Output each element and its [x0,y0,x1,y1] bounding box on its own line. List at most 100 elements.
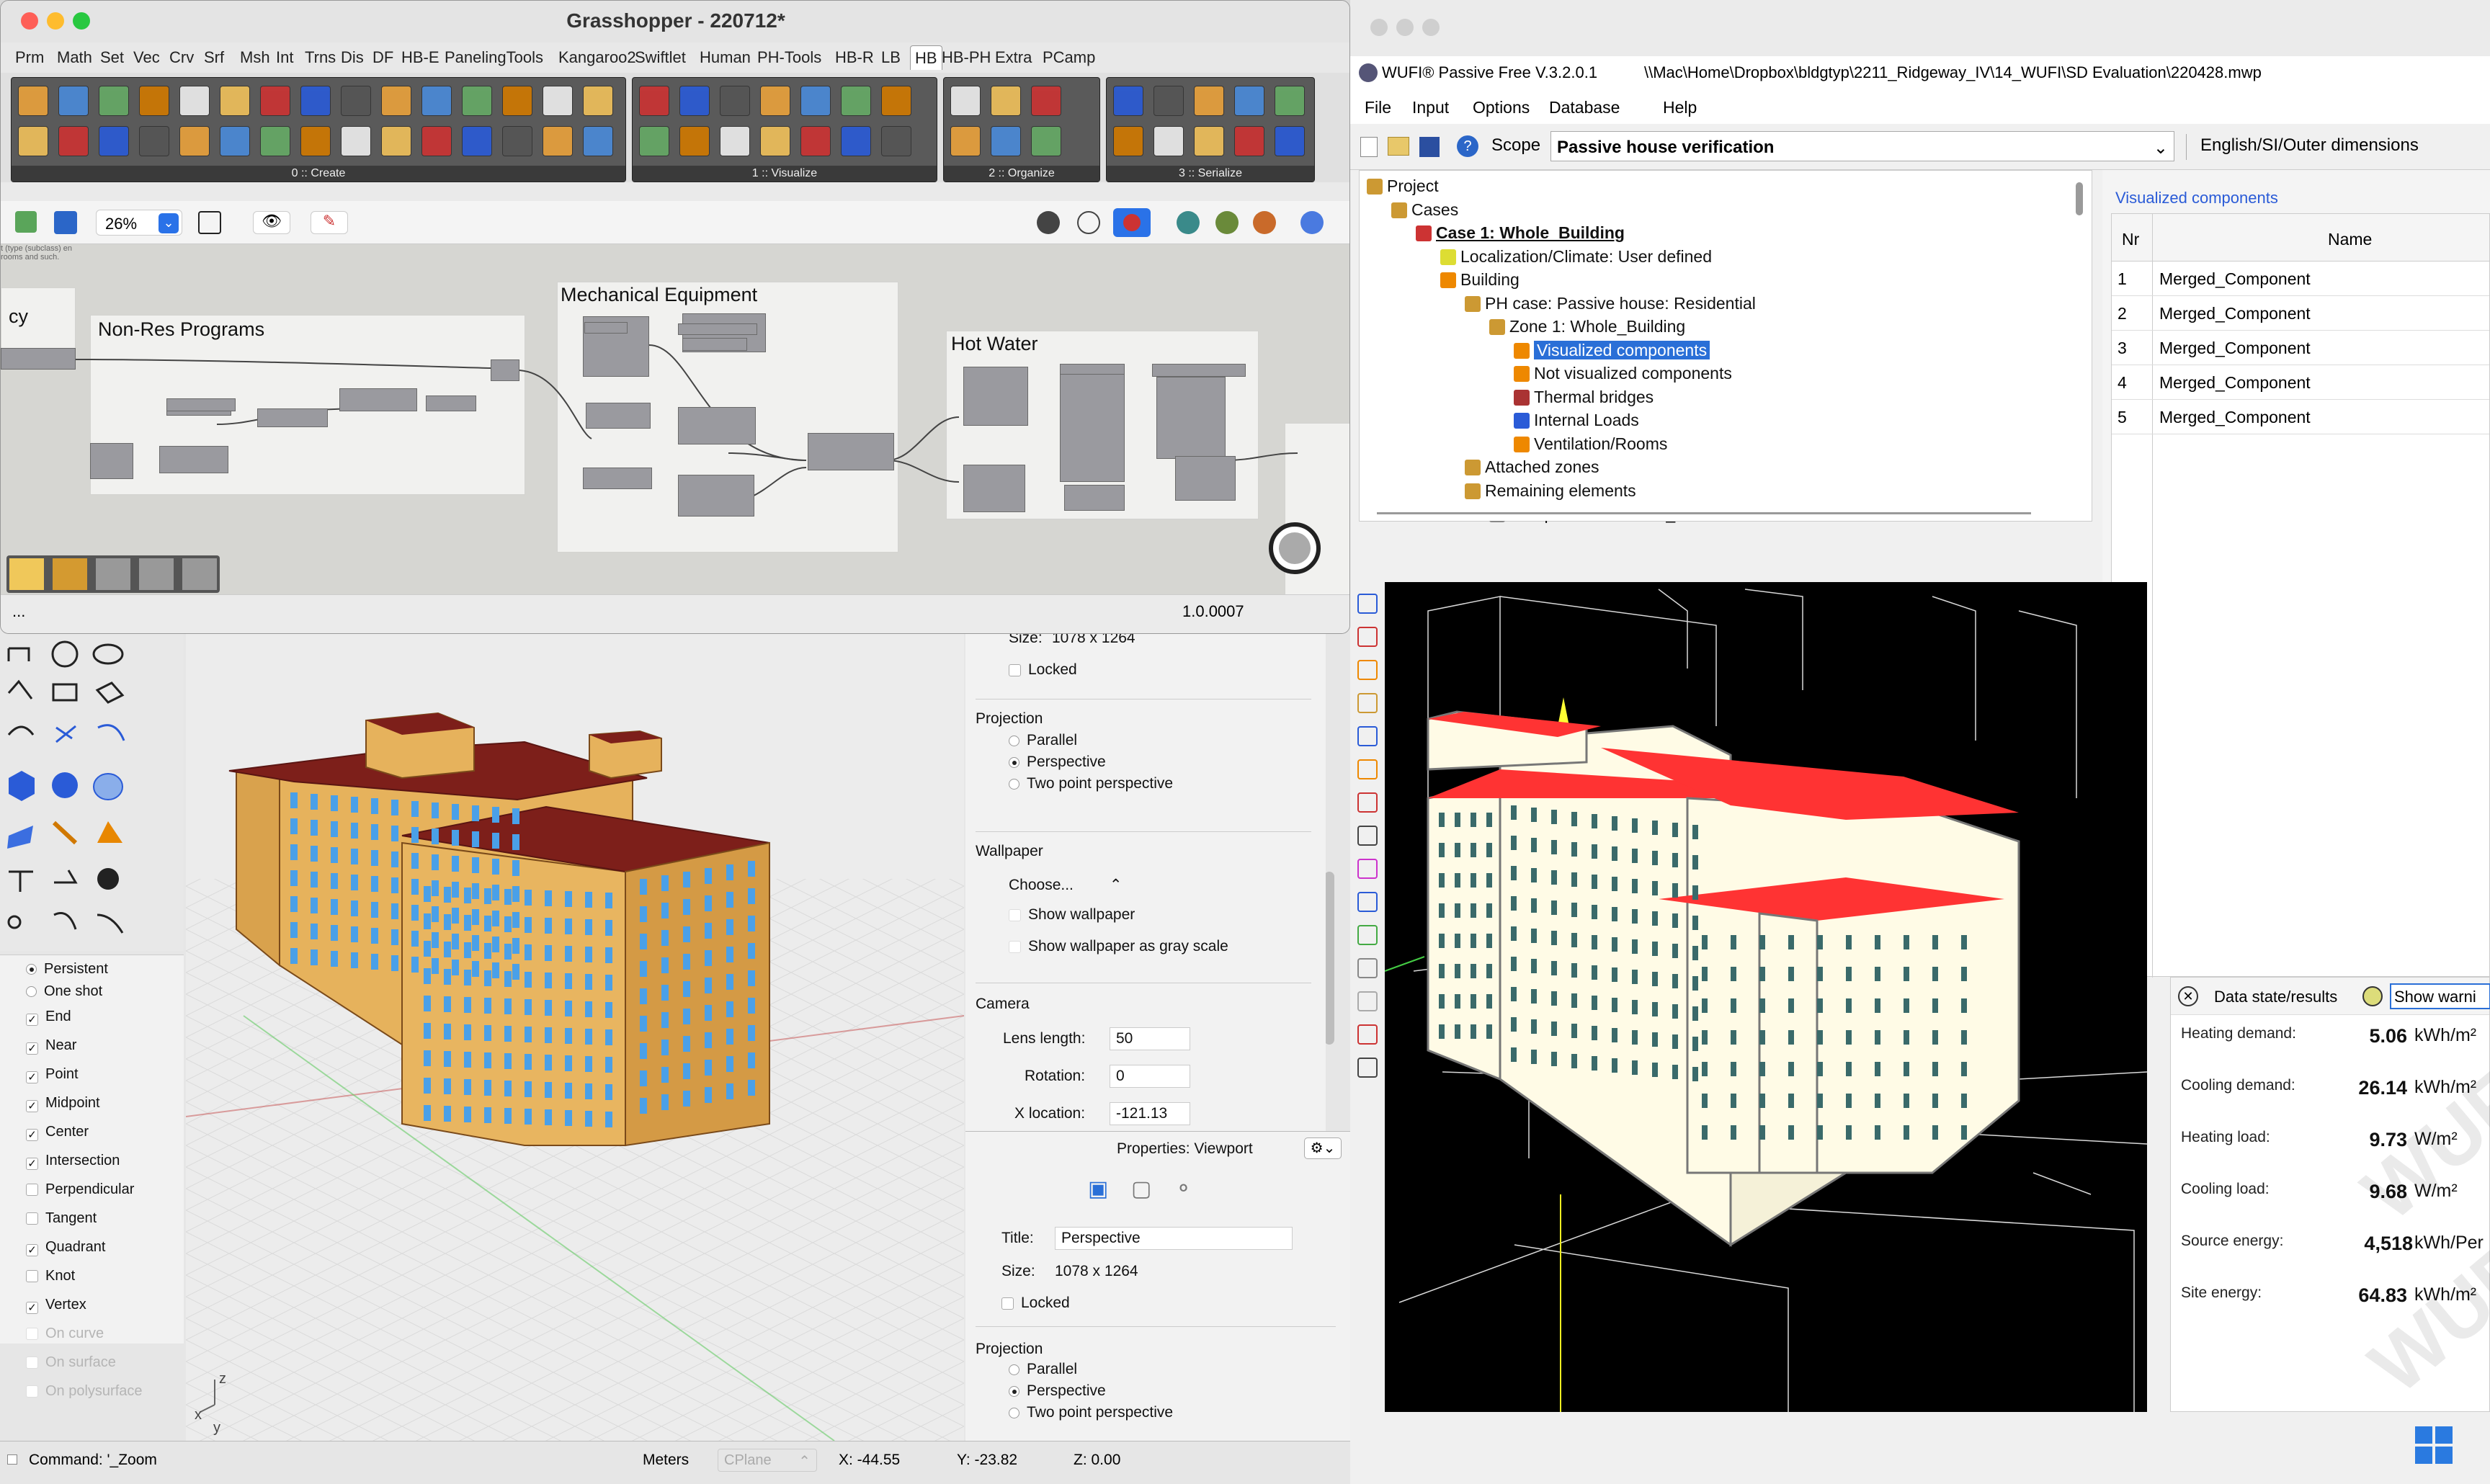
gh-component-node[interactable] [808,433,894,470]
table-row[interactable]: 1 Merged_Component [2112,262,2489,296]
menu-options[interactable]: Options [1473,98,1530,117]
component-icon[interactable] [421,126,452,156]
component-icon[interactable] [543,126,573,156]
help-icon[interactable]: ? [1457,135,1478,157]
locked-checkbox-2[interactable]: Locked [1001,1295,1070,1312]
osnap-near[interactable]: ✓ Near [26,1033,76,1058]
gh-component-node[interactable] [678,323,757,335]
view-tool-icon[interactable] [1357,660,1378,680]
show-gray-checkbox[interactable]: Show wallpaper as gray scale [1009,938,1228,955]
tool-icons[interactable] [0,627,184,951]
new-icon[interactable] [1360,137,1378,157]
menu-database[interactable]: Database [1549,98,1620,117]
gh-component-node[interactable] [678,475,754,517]
component-icon[interactable] [1275,86,1305,116]
gh-component-node[interactable] [426,395,476,411]
viewport-icon[interactable]: ▢ [1131,1176,1160,1201]
gh-tab-hb-e[interactable]: HB-E [401,45,439,70]
component-icon[interactable] [639,86,669,116]
view-tool-icon[interactable] [1357,594,1378,614]
component-icon[interactable] [220,86,250,116]
osnap-persistent[interactable]: Persistent [26,957,108,981]
component-icon[interactable] [543,86,573,116]
windows-start-icon[interactable] [2415,1426,2453,1464]
component-icon[interactable] [99,86,129,116]
component-icon[interactable] [300,126,331,156]
properties-scrollbar[interactable] [1324,872,1334,1045]
component-icon[interactable] [1153,86,1184,116]
wufi-close-button[interactable] [1370,19,1388,36]
gh-tab-int[interactable]: Int [276,45,293,70]
component-icon[interactable] [139,126,169,156]
project-tree[interactable]: Project Cases Case 1: Whole_Building Locali… [1359,170,2092,523]
gh-component-node[interactable] [583,468,652,489]
menu-help[interactable]: Help [1663,98,1697,117]
component-icon[interactable] [341,86,371,116]
locked-checkbox[interactable]: Locked [1009,661,1077,679]
open-file-icon[interactable] [15,211,37,233]
show-wallpaper-checkbox[interactable]: Show wallpaper [1009,906,1135,924]
osnap-one-shot[interactable]: One shot [26,979,102,1004]
view-tool-icon[interactable] [1357,1058,1378,1078]
component-icon[interactable] [139,86,169,116]
table-row[interactable]: 2 Merged_Component [2112,296,2489,331]
component-icon[interactable] [1275,126,1305,156]
component-icon[interactable] [260,86,290,116]
lens-input[interactable]: 50 [1110,1027,1190,1050]
tree-item-5[interactable]: PH case: Passive house: Residential [1465,294,1756,313]
panel-icon[interactable] [182,558,217,590]
component-icon[interactable] [720,86,750,116]
tree-item-0[interactable]: Project [1367,176,1439,196]
view-tool-icon[interactable] [1357,991,1378,1011]
tree-item-11[interactable]: Ventilation/Rooms [1514,434,1667,454]
wufi-max-button[interactable] [1422,19,1440,36]
osnap-on-surface[interactable]: On surface [26,1350,116,1375]
gh-tab-prm[interactable]: Prm [15,45,44,70]
component-icon[interactable] [462,86,492,116]
view-tool-icon[interactable] [1357,693,1378,713]
gh-canvas[interactable]: cy t (type (subclass) en rooms and such.… [1,244,1349,594]
component-icon[interactable] [841,86,871,116]
osnap-knot[interactable]: Knot [26,1264,75,1288]
component-icon[interactable] [1153,126,1184,156]
wufi-3d-view[interactable] [1385,582,2147,1412]
perspective-viewport[interactable]: z x y [186,627,964,1441]
component-icon[interactable] [881,126,911,156]
gh-component-node[interactable] [1,348,76,370]
cplane-dropdown[interactable]: CPlane ⌃ [718,1449,817,1472]
tree-item-2[interactable]: Case 1: Whole_Building [1416,223,1625,243]
gh-tab-trns[interactable]: Trns [305,45,336,70]
gh-component-node[interactable] [963,465,1025,512]
gh-component-node[interactable] [682,338,747,351]
component-icon[interactable] [639,126,669,156]
preview-eye-icon[interactable]: 👁 [253,211,290,234]
tree-item-10[interactable]: Internal Loads [1514,411,1639,430]
units-selector[interactable]: English/SI/Outer dimensions [2200,135,2419,156]
gh-component-node[interactable] [678,407,756,444]
camera-icon[interactable]: ▣ [1088,1176,1117,1201]
component-icon[interactable] [760,86,790,116]
named-views-icon[interactable]: ⚬ [1174,1176,1203,1201]
components-table[interactable]: Nr Name 1 Merged_Component 2 Merged_Compone… [2111,213,2490,978]
gh-component-node[interactable] [1060,374,1125,482]
preview-mode-icon[interactable] [1037,211,1060,234]
scope-dropdown[interactable]: Passive house verification ⌄ [1550,131,2174,161]
table-row[interactable]: 3 Merged_Component [2112,331,2489,365]
component-icon[interactable] [381,126,411,156]
command-line[interactable]: Command: '_Zoom [29,1452,157,1469]
data-icon[interactable] [139,558,174,590]
component-icon[interactable] [1113,126,1143,156]
component-icon[interactable] [583,86,613,116]
gh-component-node[interactable] [339,388,417,411]
component-icon[interactable] [58,86,89,116]
two-point-radio[interactable]: Two point perspective [1009,775,1173,792]
open-icon[interactable] [1388,137,1409,156]
gh-component-node[interactable] [963,367,1028,426]
gh-component-node[interactable] [491,359,519,381]
osnap-on-curve[interactable]: On curve [26,1321,104,1346]
view-tool-icon[interactable] [1357,792,1378,813]
wireframe-icon[interactable] [1077,211,1100,234]
results-close-icon[interactable]: ✕ [2178,986,2198,1006]
show-warnings-button[interactable]: Show warni [2390,983,2490,1009]
tree-item-9[interactable]: Thermal bridges [1514,388,1654,407]
